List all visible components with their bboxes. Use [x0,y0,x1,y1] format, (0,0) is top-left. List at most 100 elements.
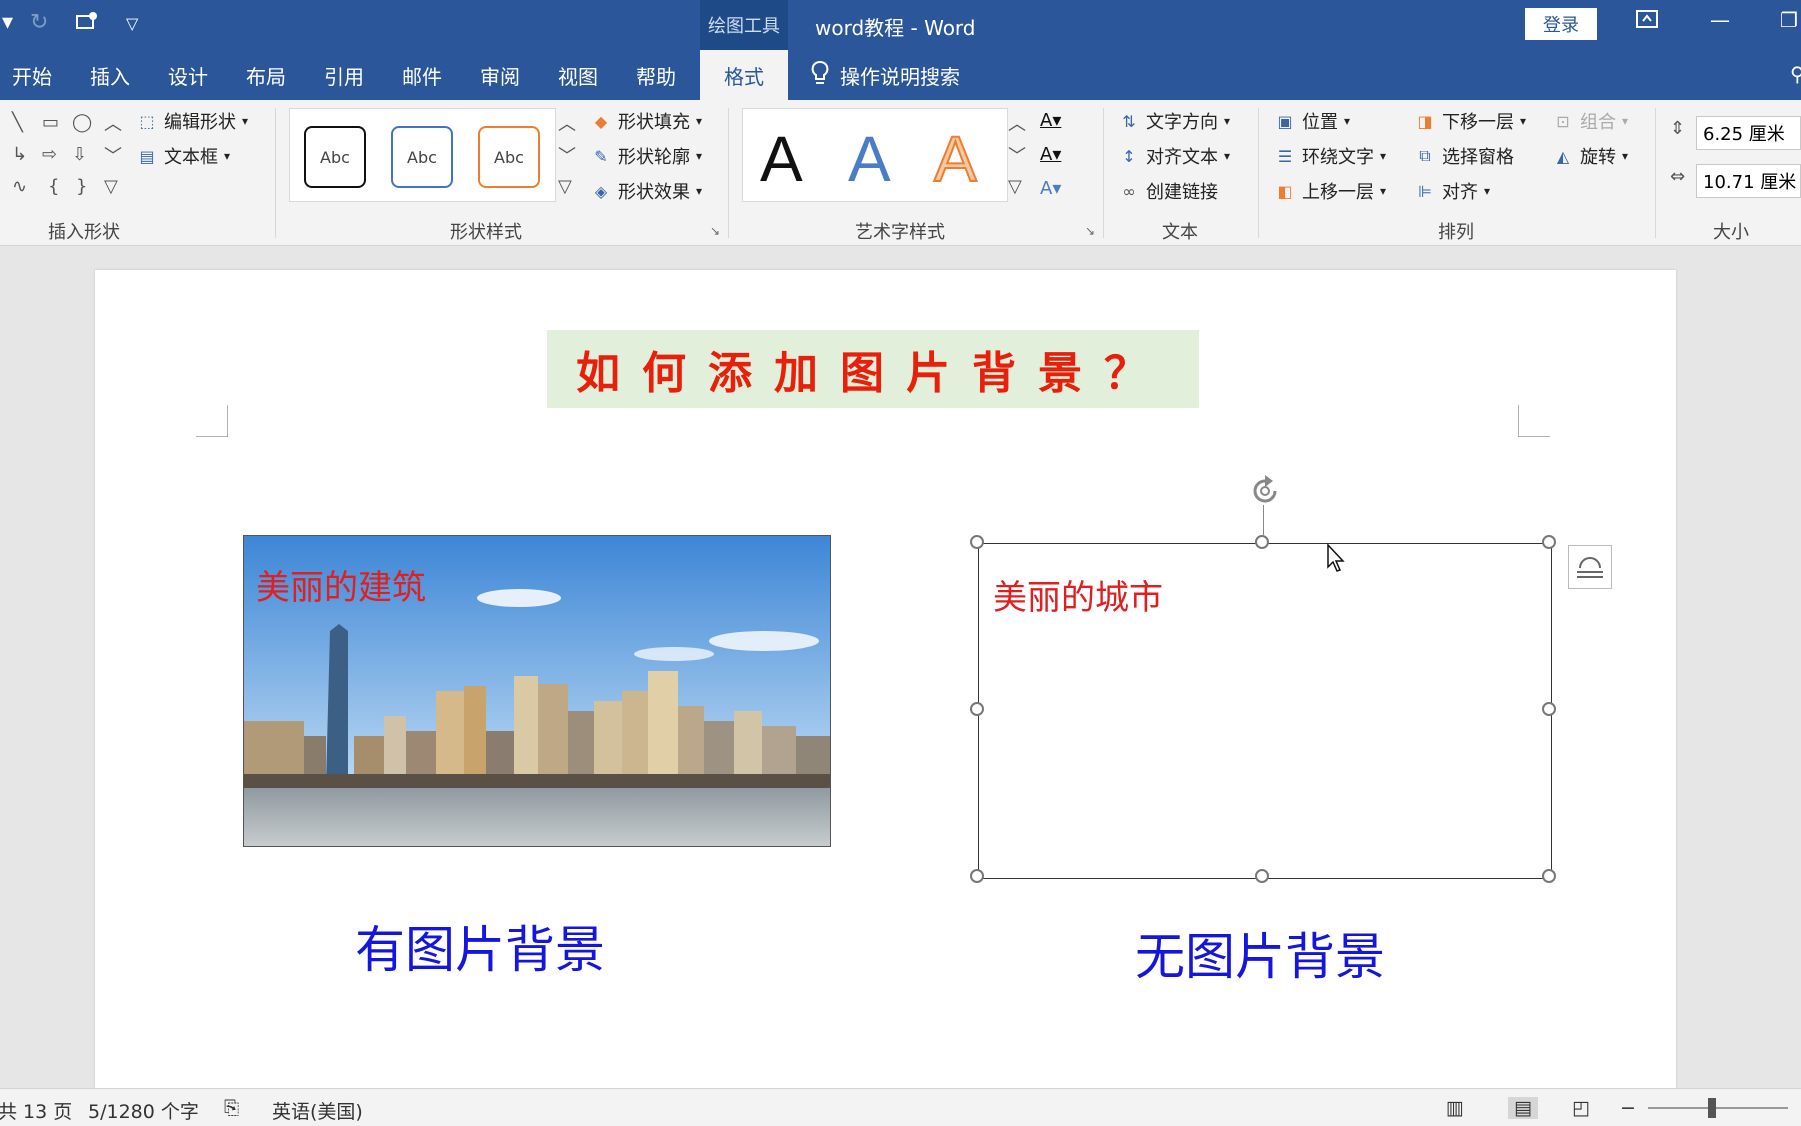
web-layout-icon[interactable]: ◰ [1572,1097,1590,1119]
rectangle-shape-icon[interactable]: ▭ [42,112,59,133]
shape-styles-launcher-icon[interactable]: ↘ [710,224,720,238]
shapes-more-icon[interactable]: ▽ [104,176,118,197]
rotate-button[interactable]: ◭ 旋转 ▾ [1552,143,1628,169]
wordart-launcher-icon[interactable]: ↘ [1085,224,1095,238]
resize-handle-right[interactable] [1542,702,1556,716]
tab-insert[interactable]: 插入 [90,50,130,100]
read-mode-icon[interactable]: ▥ [1446,1097,1464,1119]
text-direction-button[interactable]: ⇅ 文字方向 ▾ [1118,108,1230,134]
tab-references[interactable]: 引用 [324,50,364,100]
wordart-scroll-down-icon[interactable]: ﹀ [1008,142,1026,168]
shapes-scroll-down-icon[interactable]: ﹀ [104,142,122,168]
rotation-stem [1263,505,1264,535]
shape-width-input[interactable]: 10.71 厘米 [1696,164,1801,198]
shape-outline-button[interactable]: ✎ 形状轮廓 ▾ [590,143,702,169]
send-backward-button[interactable]: ◨ 下移一层 ▾ [1414,108,1526,134]
insert-shapes-label: 插入形状 [48,222,120,243]
curve-shape-icon[interactable]: ∿ [12,176,27,197]
shape-effects-button[interactable]: ◈ 形状效果 ▾ [590,178,702,204]
redo-icon[interactable]: ↻ [30,10,48,35]
share-icon[interactable]: ⚲ [1790,62,1801,86]
separator [1655,108,1656,238]
rotate-icon: ◭ [1556,146,1570,166]
zoom-slider[interactable] [1648,1107,1788,1109]
print-layout-icon[interactable]: ▤ [1508,1097,1538,1119]
tab-design[interactable]: 设计 [168,50,208,100]
page-count[interactable]: 共 13 页 [0,1097,72,1124]
selection-pane-button[interactable]: ⧉ 选择窗格 [1414,143,1514,169]
tab-home[interactable]: 开始 [12,50,52,100]
ribbon-display-options-icon[interactable] [1635,8,1659,35]
resize-handle-top-left[interactable] [970,535,984,549]
shape-style-black[interactable]: Abc [304,126,366,188]
wordart-style-black[interactable]: A [760,122,803,196]
customize-qat-icon[interactable]: ▽ [126,14,138,33]
shape-fill-button[interactable]: ◆ 形状填充 ▾ [590,108,702,134]
line-shape-icon[interactable]: ╲ [12,112,23,133]
shape-height-input[interactable]: 6.25 厘米 [1696,116,1801,150]
down-arrow-shape-icon[interactable]: ⇩ [72,144,87,165]
zoom-out-icon[interactable]: − [1620,1097,1636,1119]
resize-handle-left[interactable] [970,702,984,716]
text-box-button[interactable]: ▤ 文本框 ▾ [136,143,230,169]
text-fill-icon[interactable]: A▾ [1040,110,1061,131]
resize-handle-bottom-right[interactable] [1542,869,1556,883]
text-outline-icon[interactable]: A▾ [1040,144,1061,165]
text-effects-icon[interactable]: A▾ [1040,178,1061,199]
tell-me-search[interactable]: 操作说明搜索 [810,50,960,100]
shape-style-blue[interactable]: Abc [391,126,453,188]
qat-more-icon[interactable]: ▾ [2,10,13,35]
wrap-text-button[interactable]: ☰ 环绕文字 ▾ [1274,143,1386,169]
connector-shape-icon[interactable]: ↳ [12,144,27,165]
tab-review[interactable]: 审阅 [480,50,520,100]
tab-help[interactable]: 帮助 [636,50,676,100]
right-brace-shape-icon[interactable]: } [76,176,87,197]
shape-style-orange[interactable]: Abc [478,126,540,188]
oval-shape-icon[interactable]: ◯ [72,112,92,133]
resize-handle-bottom-left[interactable] [970,869,984,883]
tab-mailings[interactable]: 邮件 [402,50,442,100]
styles-scroll-up-icon[interactable]: ︿ [558,110,576,136]
title-bar: ▾ ↻ ▽ 绘图工具 word教程 - Word 登录 — ❐ [0,0,1801,50]
edit-shape-icon: ⬚ [139,111,155,131]
size-label: 大小 [1713,222,1749,243]
left-brace-shape-icon[interactable]: { [48,176,59,197]
word-count[interactable]: 5/1280 个字 [88,1097,199,1124]
zoom-slider-thumb[interactable] [1708,1098,1716,1118]
shapes-scroll-up-icon[interactable]: ︿ [104,110,122,136]
wordart-more-icon[interactable]: ▽ [1008,176,1022,197]
language-indicator[interactable]: 英语(美国) [272,1097,363,1124]
group-button[interactable]: ⊡ 组合 ▾ [1552,108,1628,134]
align-text-button[interactable]: ↕ 对齐文本 ▾ [1118,143,1230,169]
proofing-icon[interactable]: ⎘ [224,1097,239,1119]
position-button[interactable]: ▣ 位置 ▾ [1274,108,1350,134]
wordart-style-blue[interactable]: A [848,122,891,196]
link-icon: ∞ [1122,181,1136,201]
align-icon: ⊫ [1418,181,1432,201]
resize-handle-bottom[interactable] [1255,869,1269,883]
wordart-style-orange[interactable]: A [933,122,978,196]
styles-more-icon[interactable]: ▽ [558,176,572,197]
tab-view[interactable]: 视图 [558,50,598,100]
restore-icon[interactable]: ❐ [1780,8,1798,32]
login-button[interactable]: 登录 [1525,8,1597,40]
layout-options-button[interactable] [1568,545,1612,589]
tab-layout[interactable]: 布局 [246,50,286,100]
separator [275,108,276,238]
right-arrow-shape-icon[interactable]: ⇨ [42,144,57,165]
tab-format[interactable]: 格式 [700,50,788,100]
height-icon: ⇕ [1670,118,1686,139]
create-link-button[interactable]: ∞ 创建链接 [1118,178,1218,204]
wordart-scroll-up-icon[interactable]: ︿ [1008,110,1026,136]
bring-forward-button[interactable]: ◧ 上移一层 ▾ [1274,178,1386,204]
touch-mode-icon[interactable] [74,10,100,40]
resize-handle-top-right[interactable] [1542,535,1556,549]
pen-icon: ✎ [594,146,608,166]
wordart-styles-label: 艺术字样式 [855,222,945,243]
align-button[interactable]: ⊫ 对齐 ▾ [1414,178,1490,204]
resize-handle-top[interactable] [1255,535,1269,549]
edit-shape-button[interactable]: ⬚ 编辑形状 ▾ [136,108,248,134]
styles-scroll-down-icon[interactable]: ﹀ [558,142,576,168]
minimize-icon[interactable]: — [1710,8,1730,32]
rotate-handle-icon[interactable] [1247,473,1283,509]
